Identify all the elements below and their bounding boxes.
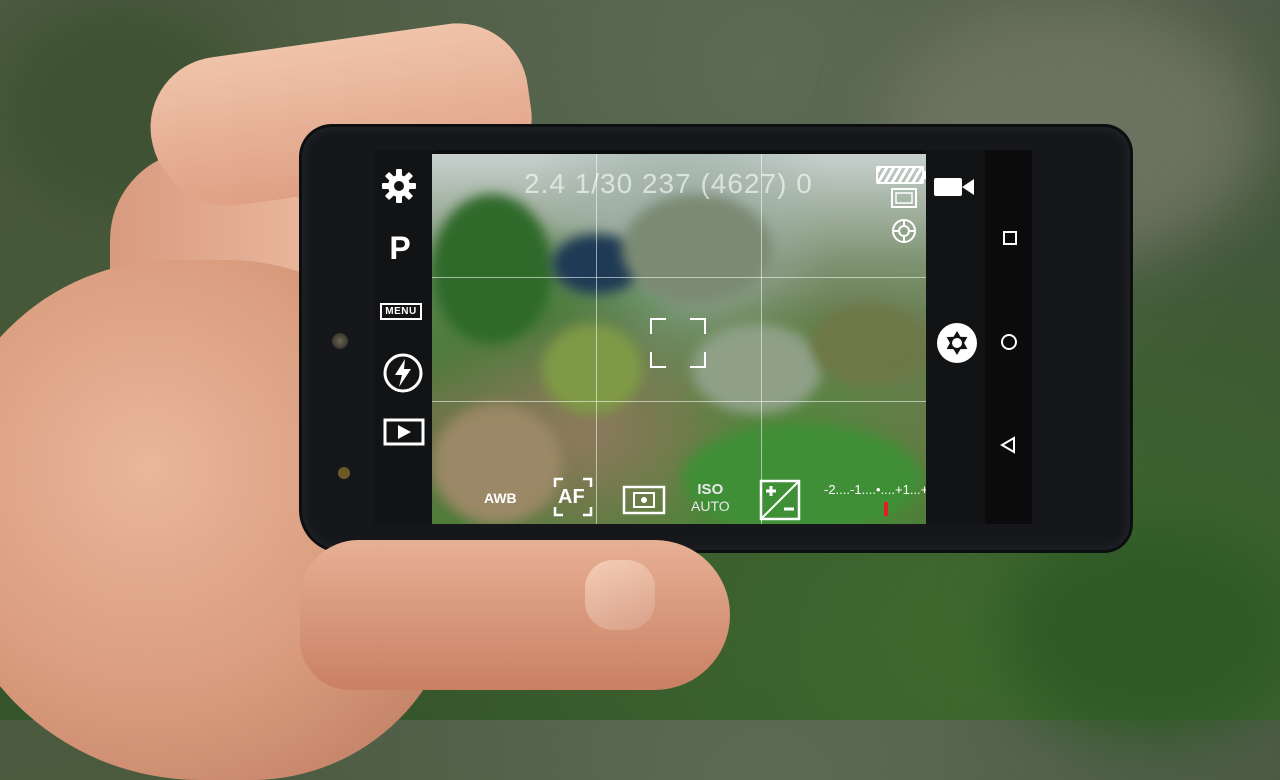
exposure-status-readout: 2.4 1/30 237 (4627) 0 xyxy=(524,168,813,199)
flash-auto-icon[interactable] xyxy=(381,351,425,395)
metering-icon[interactable] xyxy=(622,485,666,520)
scene-path xyxy=(432,404,562,524)
grid-line xyxy=(432,401,926,402)
scene-bush xyxy=(432,194,552,344)
white-balance-button[interactable]: AWB xyxy=(484,490,517,506)
exposure-scale[interactable]: -2....-1....•....+1...+2 xyxy=(824,482,926,497)
background-blur xyxy=(1000,520,1280,740)
iso-label: ISO xyxy=(697,481,724,498)
hand-thumb xyxy=(300,540,730,690)
triangle-back-icon[interactable] xyxy=(998,435,1018,455)
thumb-nail xyxy=(585,560,655,630)
scene-wall xyxy=(812,304,926,384)
iso-button[interactable]: ISO AUTO xyxy=(691,481,730,515)
shooting-mode-button[interactable]: P xyxy=(380,228,420,268)
viewfinder[interactable]: 2.4 1/30 237 (4627) 0 AWB AF ISO AUTO -2… xyxy=(432,154,926,524)
video-camera-icon[interactable] xyxy=(932,174,976,200)
exposure-compensation-icon[interactable] xyxy=(759,479,801,524)
grid-line xyxy=(596,154,597,524)
grid-line xyxy=(432,277,926,278)
menu-button[interactable]: MENU xyxy=(376,298,426,324)
exposure-marker xyxy=(884,502,888,516)
shutter-icon[interactable] xyxy=(934,320,980,366)
iso-value: AUTO xyxy=(691,498,730,514)
left-control-strip xyxy=(374,150,434,524)
autofocus-button[interactable]: AF xyxy=(553,477,593,517)
stabilization-icon[interactable] xyxy=(891,218,917,249)
circle-nav-icon[interactable] xyxy=(999,332,1019,352)
scene-tree xyxy=(622,194,772,304)
grid-line xyxy=(761,154,762,524)
playback-icon[interactable] xyxy=(383,418,425,446)
square-nav-icon[interactable] xyxy=(1001,229,1019,247)
phone-sensor xyxy=(338,467,350,479)
resolution-icon[interactable] xyxy=(891,188,917,213)
autofocus-label: AF xyxy=(558,486,585,508)
battery-icon xyxy=(876,166,926,184)
focus-area-bracket[interactable] xyxy=(650,318,706,368)
phone-speaker xyxy=(332,333,348,349)
gear-icon[interactable] xyxy=(379,166,419,206)
menu-label: MENU xyxy=(380,302,422,320)
